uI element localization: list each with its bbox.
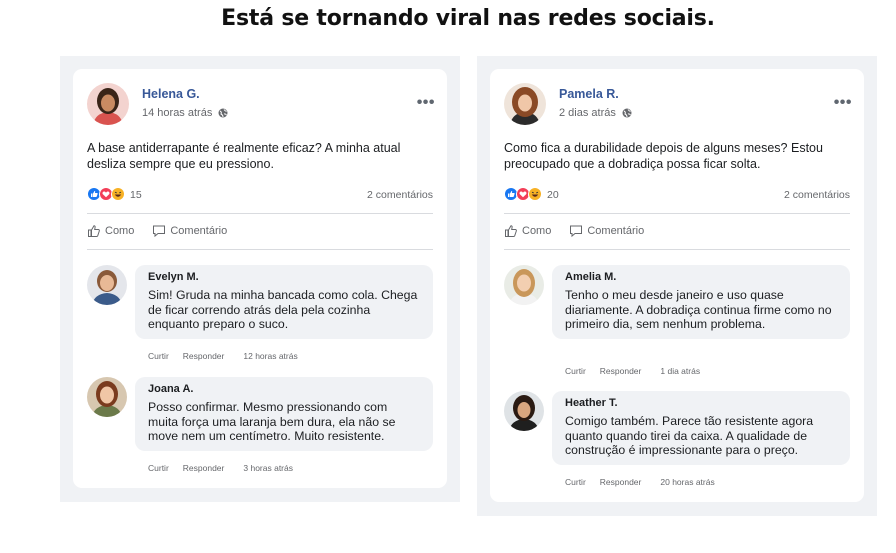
comment-icon bbox=[152, 224, 166, 238]
page-headline: Está se tornando viral nas redes sociais… bbox=[221, 6, 715, 31]
like-label: Como bbox=[522, 225, 552, 237]
avatar[interactable] bbox=[504, 265, 544, 305]
post-panel-left: Helena G. 14 horas atrás ••• A base anti… bbox=[60, 56, 460, 502]
post-panel-right: Pamela R. 2 dias atrás ••• Como fica a d… bbox=[477, 56, 877, 516]
comment-bubble: Joana A. Posso confirmar. Mesmo pression… bbox=[135, 377, 433, 451]
comment-reply-link[interactable]: Responder bbox=[600, 477, 642, 487]
comment-author[interactable]: Heather T. bbox=[565, 397, 837, 409]
comment-like-link[interactable]: Curtir bbox=[565, 477, 586, 487]
more-options-icon[interactable]: ••• bbox=[417, 94, 435, 112]
comment-reply-link[interactable]: Responder bbox=[600, 366, 642, 376]
reactions-summary[interactable]: 20 bbox=[504, 187, 559, 202]
like-label: Como bbox=[105, 225, 135, 237]
comment-like-link[interactable]: Curtir bbox=[148, 463, 169, 473]
divider bbox=[504, 213, 850, 214]
comment-text: Tenho o meu desde janeiro e uso quase di… bbox=[565, 288, 832, 332]
comment-author[interactable]: Joana A. bbox=[148, 383, 420, 395]
comment-text: Comigo também. Parece tão resistente ago… bbox=[565, 414, 814, 458]
comment-time[interactable]: 3 horas atrás bbox=[243, 463, 293, 473]
haha-reaction-icon bbox=[528, 187, 543, 202]
comment: Evelyn M. Sim! Gruda na minha bancada co… bbox=[87, 265, 437, 365]
avatar[interactable] bbox=[87, 377, 127, 417]
comment-actions: Curtir Responder 1 dia atrás bbox=[565, 366, 714, 376]
comment-actions: Curtir Responder 3 horas atrás bbox=[148, 463, 307, 473]
comment-time[interactable]: 20 horas atrás bbox=[660, 477, 714, 487]
comment-reply-link[interactable]: Responder bbox=[183, 351, 225, 361]
post-author[interactable]: Pamela R. bbox=[559, 87, 619, 101]
post-actions: Como Comentário bbox=[87, 224, 227, 238]
comment-button[interactable]: Comentário bbox=[152, 224, 227, 238]
comment-time[interactable]: 12 horas atrás bbox=[243, 351, 297, 361]
reaction-count: 15 bbox=[130, 188, 142, 201]
comment-button[interactable]: Comentário bbox=[569, 224, 644, 238]
comment-bubble: Evelyn M. Sim! Gruda na minha bancada co… bbox=[135, 265, 433, 339]
thumbs-up-icon bbox=[504, 224, 518, 238]
reactions-summary[interactable]: 15 bbox=[87, 187, 142, 202]
post-meta: 14 horas atrás bbox=[142, 107, 228, 119]
post-text: A base antiderrapante é realmente eficaz… bbox=[87, 141, 401, 171]
comment-author[interactable]: Evelyn M. bbox=[148, 271, 420, 283]
thumbs-up-icon bbox=[87, 224, 101, 238]
post-text: Como fica a durabilidade depois de algun… bbox=[504, 141, 823, 171]
divider bbox=[504, 249, 850, 250]
post-meta: 2 dias atrás bbox=[559, 107, 632, 119]
comment-icon bbox=[569, 224, 583, 238]
haha-reaction-icon bbox=[111, 187, 126, 202]
post-card: Pamela R. 2 dias atrás ••• Como fica a d… bbox=[490, 69, 864, 502]
comment-actions: Curtir Responder 12 horas atrás bbox=[148, 351, 312, 361]
comment-time[interactable]: 1 dia atrás bbox=[660, 366, 700, 376]
comment: Amelia M. Tenho o meu desde janeiro e us… bbox=[504, 265, 854, 380]
comment-bubble: Heather T. Comigo também. Parece tão res… bbox=[552, 391, 850, 465]
comment-bubble: Amelia M. Tenho o meu desde janeiro e us… bbox=[552, 265, 850, 339]
comment-like-link[interactable]: Curtir bbox=[565, 366, 586, 376]
comment-label: Comentário bbox=[170, 225, 228, 237]
comment: Joana A. Posso confirmar. Mesmo pression… bbox=[87, 377, 437, 477]
comment-text: Sim! Gruda na minha bancada como cola. C… bbox=[148, 288, 418, 332]
like-button[interactable]: Como bbox=[504, 224, 551, 238]
globe-icon bbox=[218, 108, 228, 118]
post-actions: Como Comentário bbox=[504, 224, 644, 238]
avatar[interactable] bbox=[504, 391, 544, 431]
reaction-count: 20 bbox=[547, 188, 559, 201]
post-author[interactable]: Helena G. bbox=[142, 87, 200, 101]
like-button[interactable]: Como bbox=[87, 224, 134, 238]
divider bbox=[87, 249, 433, 250]
avatar[interactable] bbox=[87, 265, 127, 305]
comment-like-link[interactable]: Curtir bbox=[148, 351, 169, 361]
comment: Heather T. Comigo também. Parece tão res… bbox=[504, 391, 854, 491]
comment-reply-link[interactable]: Responder bbox=[183, 463, 225, 473]
avatar[interactable] bbox=[87, 83, 129, 125]
comments-count[interactable]: 2 comentários bbox=[784, 189, 850, 201]
divider bbox=[87, 213, 433, 214]
comments-count[interactable]: 2 comentários bbox=[367, 189, 433, 201]
post-time[interactable]: 14 horas atrás bbox=[142, 107, 212, 119]
post-time[interactable]: 2 dias atrás bbox=[559, 107, 616, 119]
more-options-icon[interactable]: ••• bbox=[834, 94, 852, 112]
comment-author[interactable]: Amelia M. bbox=[565, 271, 837, 283]
globe-icon bbox=[622, 108, 632, 118]
avatar[interactable] bbox=[504, 83, 546, 125]
comment-text: Posso confirmar. Mesmo pressionando com … bbox=[148, 400, 396, 444]
post-card: Helena G. 14 horas atrás ••• A base anti… bbox=[73, 69, 447, 488]
comment-actions: Curtir Responder 20 horas atrás bbox=[565, 477, 729, 487]
comment-label: Comentário bbox=[587, 225, 645, 237]
